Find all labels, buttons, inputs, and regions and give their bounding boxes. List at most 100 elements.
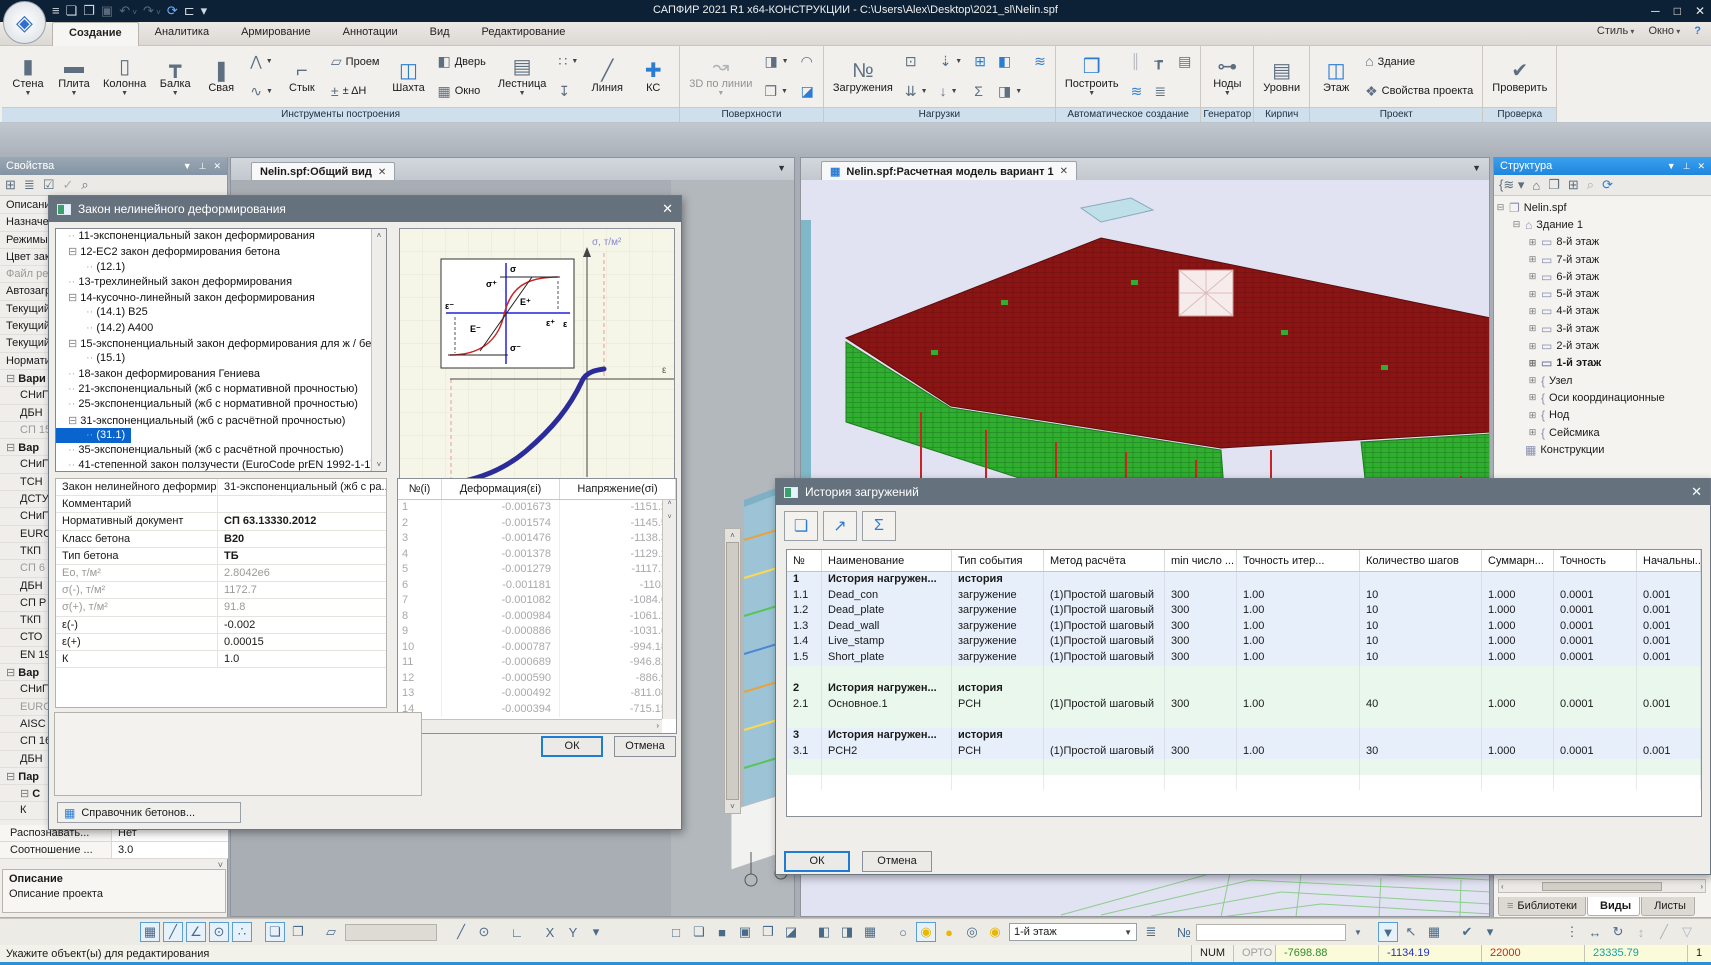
ribbon-button[interactable]: ▮Стена▼ — [6, 48, 50, 106]
law-table-row[interactable]: 5 -0.001279 -1117.7 — [398, 562, 676, 578]
rotate-icon[interactable]: ↻ — [1608, 922, 1628, 942]
ruler-icon[interactable]: ⊏ — [184, 2, 195, 22]
panel-menu-icon[interactable]: ▼ — [1667, 161, 1676, 172]
doc-add-icon[interactable]: ❏ — [784, 511, 818, 541]
structure-tree-item[interactable]: ⌂ Здание 1 — [1496, 216, 1710, 233]
expander-icon[interactable] — [1528, 289, 1537, 300]
expander-icon[interactable] — [1528, 254, 1537, 265]
history-table-row[interactable] — [787, 775, 1701, 791]
cube-clip-icon[interactable]: ◪ — [781, 922, 801, 942]
ribbon-tab[interactable]: Аннотации — [327, 22, 414, 46]
ok-button[interactable]: ОК — [784, 851, 850, 872]
cancel-button[interactable]: Отмена — [862, 851, 932, 872]
structure-tree-item[interactable]: ❐ Nelin.spf — [1496, 199, 1710, 216]
snap-angle-icon[interactable]: ∠ — [186, 922, 206, 942]
structure-tree-item[interactable]: { Нод — [1496, 407, 1710, 424]
law-property-row[interactable]: Eo, т/м² 2.8042e6 — [56, 565, 386, 582]
law-property-row[interactable]: σ(-), т/м² 1172.7 — [56, 582, 386, 599]
snap-line-icon[interactable]: ╱ — [163, 922, 183, 942]
arrow-add-icon[interactable]: ↗ — [823, 511, 857, 541]
law-tree-item[interactable]: 13-трехлинейный закон деформирования — [56, 275, 386, 290]
panel-tab[interactable]: Виды — [1587, 897, 1640, 916]
add-node-icon[interactable]: ⊞ — [1568, 177, 1579, 193]
app-logo-icon[interactable]: ◈ — [3, 1, 46, 44]
x-constraint-icon[interactable]: X — [540, 922, 560, 942]
history-table-row[interactable]: 1.1 Dead_con загружение (1)Простой шагов… — [787, 588, 1701, 604]
structure-tree-item[interactable]: ▭ 3-й этаж — [1496, 320, 1710, 337]
ribbon-button[interactable]: ▬Плита▼ — [52, 48, 96, 106]
refresh-icon[interactable]: ⟳ — [1602, 177, 1613, 193]
move-icon[interactable]: ↔ — [1585, 922, 1605, 942]
redo-icon[interactable]: ↷ — [143, 2, 161, 22]
ribbon-button[interactable]: ⋀▼ — [245, 48, 278, 75]
open-icon[interactable]: ❐ — [83, 2, 95, 22]
column-header[interactable]: Точность — [1554, 550, 1637, 571]
bulb-object-icon[interactable]: ◎ — [962, 922, 982, 942]
law-table-row[interactable]: 4 -0.001378 -1129.2 — [398, 547, 676, 563]
law-table-row[interactable]: 7 -0.001082 -1084.6 — [398, 593, 676, 609]
close-tab-icon[interactable]: ✕ — [1060, 166, 1068, 177]
ribbon-button[interactable]: ▦Окно▼ — [433, 78, 491, 105]
bulb-yellow-icon[interactable]: ● — [939, 922, 959, 942]
ribbon-tab[interactable]: Редактирование — [466, 22, 582, 46]
law-property-row[interactable]: Закон нелинейного деформир... 31-экспоне… — [56, 479, 386, 496]
ribbon-button[interactable]: ❖Свойства проекта▼ — [1360, 78, 1478, 105]
structure-tree-item[interactable]: ▭ 5-й этаж — [1496, 285, 1710, 302]
history-table-row[interactable]: 2.1 Основное.1 РСН (1)Простой шаговый 30… — [787, 697, 1701, 713]
ribbon-button[interactable]: ▯Колонна▼ — [98, 48, 151, 106]
ribbon-tab[interactable]: Армирование — [225, 22, 327, 46]
expander-icon[interactable] — [1528, 323, 1537, 334]
law-table-row[interactable]: 2 -0.001574 -1145.5 — [398, 516, 676, 532]
expander-icon[interactable] — [1528, 358, 1537, 369]
lock-model-icon[interactable]: ❐ — [288, 922, 308, 942]
table-filter-icon[interactable]: ▦ — [1424, 922, 1444, 942]
history-table-row[interactable]: 2 История нагружен... история — [787, 681, 1701, 697]
clip-a-icon[interactable]: ◧ — [814, 922, 834, 942]
angle-2-icon[interactable]: ▽ — [1677, 922, 1697, 942]
structure-tree-item[interactable]: { Сейсмика — [1496, 424, 1710, 441]
window-menu[interactable]: Окно — [1648, 25, 1680, 37]
close-icon[interactable]: ✕ — [1695, 4, 1705, 18]
chevron-down-icon[interactable]: ▼ — [1348, 922, 1368, 942]
structure-tree-item[interactable]: ▭ 2-й этаж — [1496, 337, 1710, 354]
law-tree-item[interactable]: 12-EC2 закон деформирования бетона — [56, 244, 386, 259]
more-icon[interactable]: ▾ — [586, 922, 606, 942]
list-view-icon[interactable]: ≣ — [24, 177, 35, 193]
expander-icon[interactable] — [1512, 219, 1521, 230]
num-filter-icon[interactable]: № — [1174, 922, 1194, 942]
history-table-row[interactable]: 1.2 Dead_plate загружение (1)Простой шаг… — [787, 603, 1701, 619]
panel-tab[interactable]: Листы — [1641, 897, 1695, 916]
ribbon-button[interactable]: ⊞▼ — [969, 48, 991, 75]
bulb-off-icon[interactable]: ○ — [893, 922, 913, 942]
export-icon[interactable]: ❐ — [1548, 177, 1560, 193]
apply-icon[interactable]: ✓ — [62, 177, 73, 193]
expander-icon[interactable] — [1528, 410, 1537, 421]
ribbon-button[interactable]: ║▼ — [1126, 48, 1148, 75]
law-table-row[interactable]: 12 -0.000590 -886.9 — [398, 671, 676, 687]
vertical-scrollbar[interactable]: ˄˅ — [724, 528, 741, 814]
law-tree-item[interactable]: 35-экспоненциальный (жб с расчётной проч… — [56, 443, 386, 458]
cube-solid-icon[interactable]: ■ — [712, 922, 732, 942]
law-tree-item[interactable]: (14.1) B25 — [56, 305, 386, 320]
filter-icon[interactable]: ▼ — [1378, 922, 1398, 942]
snap-points-icon[interactable]: ∴ — [232, 922, 252, 942]
ribbon-button[interactable]: ◫Шахта▼ — [387, 48, 431, 106]
ribbon-button[interactable]: ⇊▼ — [900, 78, 933, 105]
save-icon[interactable]: ▣ — [101, 2, 113, 22]
law-property-row[interactable]: Класс бетона B20 — [56, 531, 386, 548]
ribbon-button[interactable]: ◨▼ — [993, 78, 1027, 105]
law-table-row[interactable]: 11 -0.000689 -946.82 — [398, 655, 676, 671]
dots-handle-icon[interactable]: ⋮ — [1562, 922, 1582, 942]
ribbon-tab[interactable]: Вид — [414, 22, 466, 46]
law-table-row[interactable]: 3 -0.001476 -1138.3 — [398, 531, 676, 547]
law-table-row[interactable]: 6 -0.001181 -1103 — [398, 578, 676, 594]
sync-icon[interactable]: ⟳ — [167, 2, 178, 22]
ribbon-tab[interactable]: Создание — [52, 22, 139, 46]
lock-screen-icon[interactable]: ❏ — [265, 922, 285, 942]
ribbon-button[interactable]: ╱Линия▼ — [585, 48, 629, 106]
ribbon-button[interactable]: ◨▼ — [759, 48, 793, 75]
close-icon[interactable]: ✕ — [213, 161, 221, 172]
column-header[interactable]: Метод расчёта — [1044, 550, 1165, 571]
move-2-icon[interactable]: ↕ — [1631, 922, 1651, 942]
ribbon-button[interactable]: ✔Проверить▼ — [1487, 48, 1552, 106]
